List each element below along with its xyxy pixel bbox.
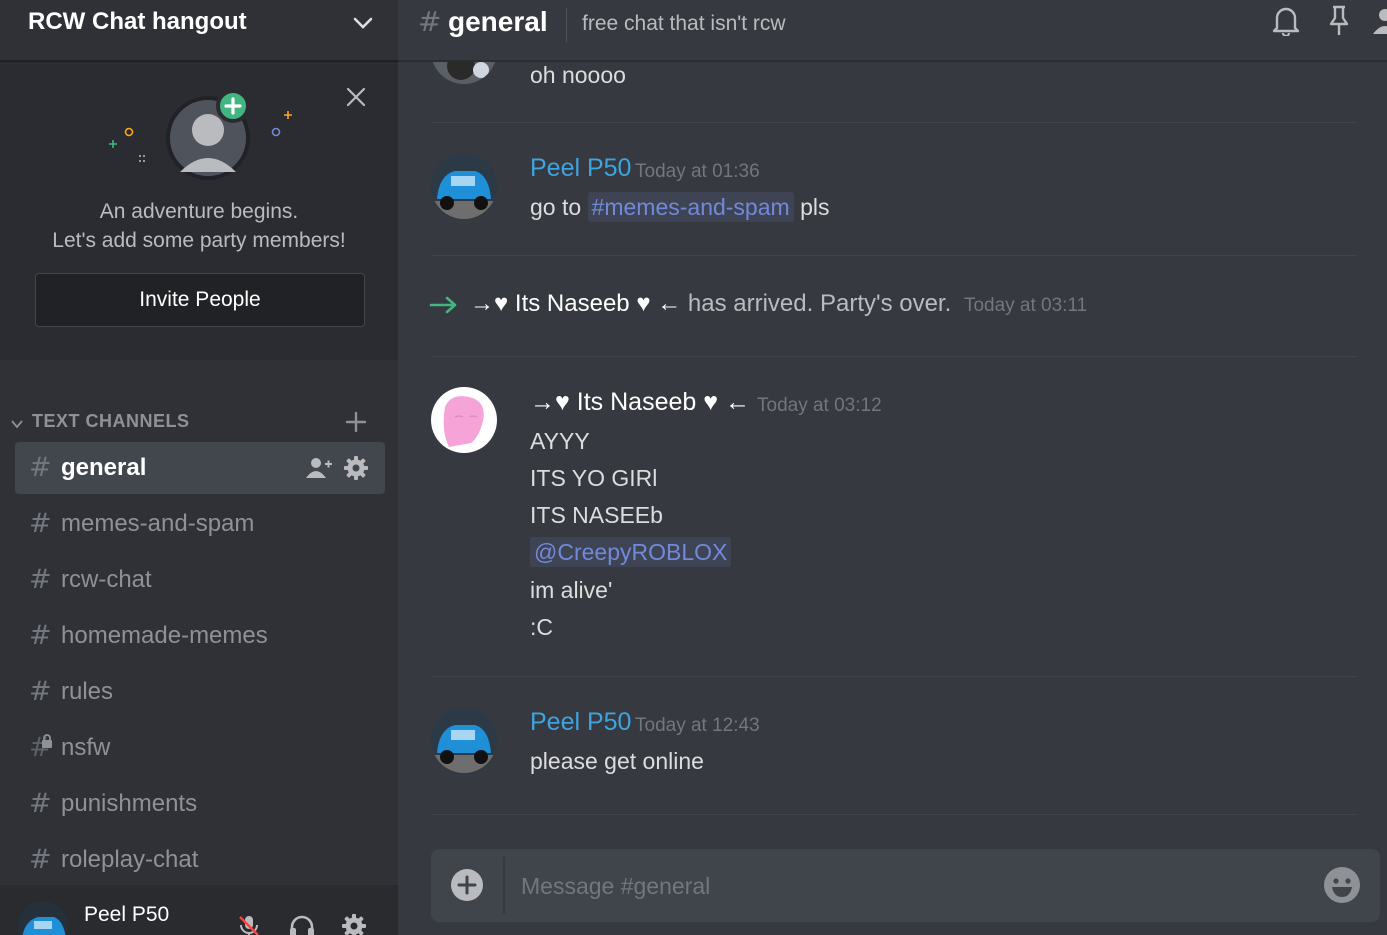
message-text: :C [530, 614, 553, 640]
message-text-segment: go to [530, 194, 582, 220]
message-text: please get online [530, 748, 704, 774]
message-composer [431, 849, 1380, 922]
party-illustration-icon [109, 89, 292, 180]
system-user-name[interactable]: →♥ Its Naseeb ♥ ← [470, 290, 681, 317]
channel-item-roleplay-chat[interactable]: # roleplay-chat [15, 834, 385, 886]
hash-icon: # [29, 508, 52, 539]
user-mention-link[interactable]: @CreepyROBLOX [530, 537, 732, 567]
message-author[interactable]: Peel P50 [530, 708, 631, 737]
message-text: oh noooo [530, 62, 626, 88]
invite-panel: An adventure begins. Let's add some part… [0, 64, 398, 360]
user-panel: Peel P50 [0, 885, 398, 935]
category-label: TEXT CHANNELS [32, 411, 190, 431]
hash-icon: # [29, 788, 52, 819]
message-divider [431, 122, 1357, 123]
message-text: im alive' [530, 577, 613, 603]
avatar[interactable] [431, 387, 497, 453]
message-text: go to #memes-and-spam pls [530, 192, 830, 222]
system-join-message: →♥ Its Naseeb ♥ ← has arrived. Party's o… [470, 290, 1087, 318]
message-divider [431, 814, 1357, 815]
message-divider [431, 676, 1357, 677]
message-timestamp: Today at 03:11 [963, 295, 1088, 316]
members-icon[interactable] [1370, 4, 1387, 36]
server-header[interactable]: RCW Chat hangout [0, 0, 398, 62]
pin-icon[interactable] [1326, 4, 1352, 36]
message-text: ITS NASEEb [530, 502, 663, 528]
message-list[interactable]: oh noooo Peel P50 Today at 01:36 go to #… [398, 62, 1387, 832]
channel-item-nsfw[interactable]: # nsfw [15, 722, 385, 774]
add-attachment-icon[interactable] [449, 867, 485, 903]
channel-name: rcw-chat [61, 566, 152, 593]
message-text: ITS YO GIRl [530, 465, 658, 491]
gear-icon[interactable] [343, 455, 369, 481]
channel-name: memes-and-spam [61, 510, 255, 537]
avatar[interactable] [18, 901, 68, 935]
lock-icon [42, 734, 52, 748]
microphone-muted-icon[interactable] [236, 913, 262, 935]
message-divider [431, 356, 1357, 357]
message-timestamp: Today at 12:43 [635, 715, 760, 736]
chevron-down-icon[interactable] [10, 417, 24, 431]
avatar[interactable] [431, 707, 497, 773]
invite-user-icon[interactable] [305, 456, 333, 480]
channel-item-homemade-memes[interactable]: # homemade-memes [15, 610, 385, 662]
add-channel-icon[interactable] [343, 409, 369, 435]
sidebar: RCW Chat hangout An adventure begins. Le… [0, 0, 398, 935]
channel-item-general[interactable]: # general [15, 442, 385, 494]
channel-mention-link[interactable]: #memes-and-spam [587, 192, 794, 222]
channel-name: nsfw [61, 734, 111, 761]
channel-name: roleplay-chat [61, 846, 199, 873]
bell-icon[interactable] [1271, 4, 1301, 36]
close-icon[interactable] [343, 84, 369, 110]
message-divider [431, 255, 1357, 256]
invite-subheading: Let's add some party members! [52, 229, 346, 252]
avatar[interactable] [431, 62, 497, 84]
channel-item-memes-and-spam[interactable]: # memes-and-spam [15, 498, 385, 550]
user-name: Peel P50 [84, 903, 170, 926]
message-timestamp: Today at 01:36 [635, 161, 760, 182]
channel-name: punishments [61, 790, 198, 817]
channel-topic[interactable]: free chat that isn't rcw [582, 12, 786, 36]
avatar[interactable] [431, 153, 497, 219]
chat-header: # general free chat that isn't rcw [398, 0, 1387, 62]
channel-name: homemade-memes [61, 622, 268, 649]
message-author[interactable]: Peel P50 [530, 154, 631, 183]
channel-title: general [448, 6, 548, 37]
server-name: RCW Chat hangout [28, 8, 247, 35]
join-arrow-icon [429, 296, 457, 314]
hash-icon: # [29, 564, 52, 595]
message-text: AYYY [530, 428, 590, 454]
hash-icon: # [29, 620, 52, 651]
chevron-down-icon[interactable] [350, 10, 376, 36]
hash-icon: # [29, 452, 52, 483]
gear-icon[interactable] [341, 913, 367, 935]
message-author[interactable]: →♥ Its Naseeb ♥ ← [530, 388, 750, 417]
channel-item-rcw-chat[interactable]: # rcw-chat [15, 554, 385, 606]
system-message-text: has arrived. Party's over. [687, 290, 952, 317]
composer-divider [503, 857, 505, 914]
header-divider [566, 8, 567, 42]
message-text-segment: pls [800, 194, 830, 220]
hash-icon: # [418, 5, 442, 38]
message-input[interactable] [521, 869, 1301, 903]
channel-category[interactable]: TEXT CHANNELS [0, 405, 398, 439]
invite-heading: An adventure begins. [99, 200, 299, 223]
hash-icon: # [29, 844, 52, 875]
channel-item-punishments[interactable]: # punishments [15, 778, 385, 830]
headset-icon[interactable] [288, 913, 316, 935]
emoji-icon[interactable] [1322, 865, 1362, 905]
message-timestamp: Today at 03:12 [757, 395, 882, 416]
channel-name: rules [61, 678, 114, 705]
channel-name: general [61, 454, 147, 481]
hash-icon: # [29, 676, 52, 707]
channel-item-rules[interactable]: # rules [15, 666, 385, 718]
message-text: @CreepyROBLOX [530, 537, 732, 567]
invite-people-button[interactable]: Invite People [35, 273, 365, 327]
